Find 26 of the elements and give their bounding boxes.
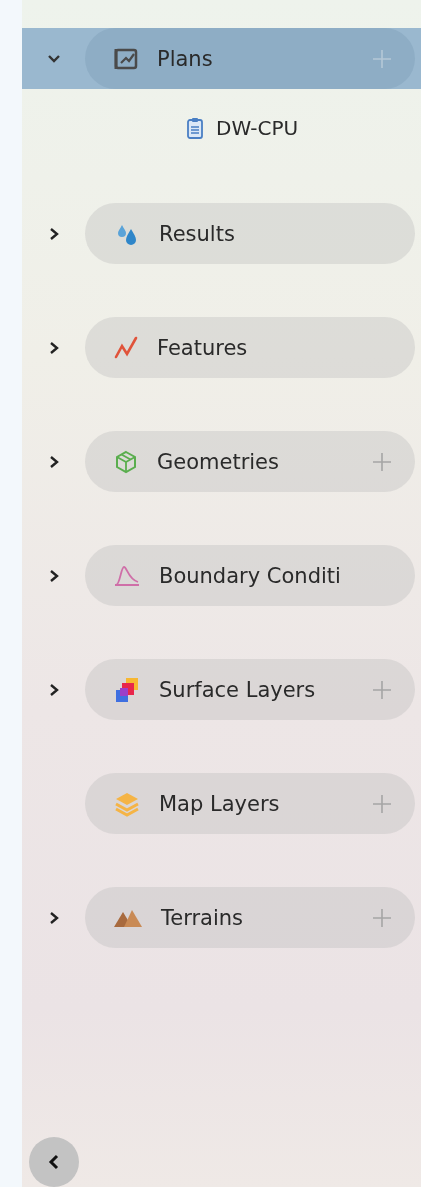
tree-item[interactable]: Results <box>85 203 415 264</box>
tree-item-label: Terrains <box>161 905 245 930</box>
tree-child-item[interactable]: DW-CPU <box>216 115 299 140</box>
tree-item[interactable]: Terrains <box>85 887 415 948</box>
cube-icon <box>113 448 139 475</box>
tree-item-label: Plans <box>157 46 214 71</box>
curve-icon <box>113 563 141 588</box>
layered-squares-icon <box>113 675 141 704</box>
tree-item[interactable]: Geometries <box>85 431 415 492</box>
tree-item-label: Boundary Conditi <box>159 563 342 588</box>
tree-item[interactable]: Features <box>85 317 415 378</box>
tree-item-label: Map Layers <box>159 791 281 816</box>
zigzag-line-icon <box>113 334 139 361</box>
chevron-down-icon[interactable] <box>46 53 61 64</box>
tree-item-label: Results <box>159 221 236 246</box>
chart-board-icon <box>113 46 139 71</box>
tree-item-label: Features <box>157 335 249 360</box>
tree-item-label: Geometries <box>157 449 280 474</box>
tree-item-label: Surface Layers <box>159 677 317 702</box>
tree-item[interactable]: Plans <box>85 28 415 89</box>
tree-item[interactable]: Map Layers <box>85 773 415 834</box>
chevron-left-icon <box>47 1154 61 1170</box>
tree-item[interactable]: Surface Layers <box>85 659 415 720</box>
clipboard-icon <box>186 116 204 139</box>
tree-item[interactable]: Boundary Conditi <box>85 545 415 606</box>
collapse-button[interactable] <box>29 1137 79 1187</box>
